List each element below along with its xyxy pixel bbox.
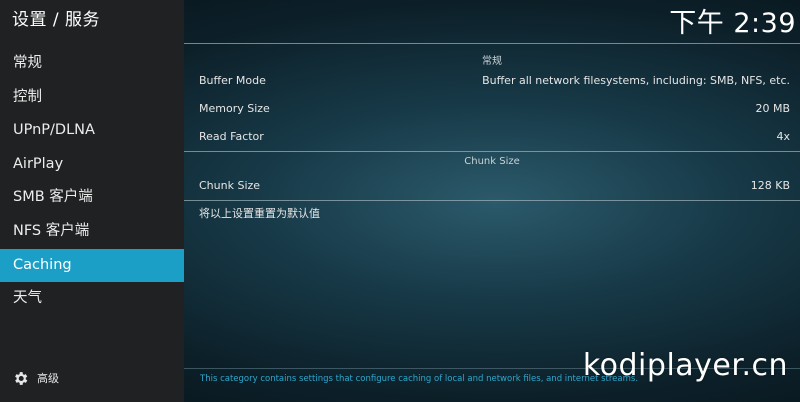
sidebar-item-smb-client[interactable]: SMB 客户端 xyxy=(0,181,184,215)
sidebar-item-airplay[interactable]: AirPlay xyxy=(0,148,184,182)
setting-label: Memory Size xyxy=(199,102,270,115)
sidebar-item-control[interactable]: 控制 xyxy=(0,81,184,115)
setting-label: Chunk Size xyxy=(199,179,261,192)
chunk-size-setting[interactable]: Chunk Size 128 KB xyxy=(184,172,800,200)
sidebar-item-nfs-client[interactable]: NFS 客户端 xyxy=(0,215,184,249)
reset-to-defaults-button[interactable]: 将以上设置重置为默认值 xyxy=(184,200,800,228)
setting-value: 4x xyxy=(776,130,790,143)
watermark: kodiplayer.cn xyxy=(582,348,788,383)
advanced-settings-button[interactable]: 高级 xyxy=(12,369,59,387)
section-header-general: 常规 xyxy=(482,56,502,67)
setting-value: Buffer all network filesystems, includin… xyxy=(482,74,790,87)
sidebar-item-caching[interactable]: Caching xyxy=(0,248,184,283)
setting-value: 128 KB xyxy=(750,179,790,192)
memory-size-setting[interactable]: Memory Size 20 MB xyxy=(184,95,800,123)
advanced-label: 高级 xyxy=(37,372,59,385)
gear-icon xyxy=(15,371,28,385)
sidebar: 设置 / 服务 常规 控制 UPnP/DLNA AirPlay SMB 客户端 … xyxy=(0,0,184,402)
sidebar-item-upnp-dlna[interactable]: UPnP/DLNA xyxy=(0,114,184,148)
sidebar-menu: 常规 控制 UPnP/DLNA AirPlay SMB 客户端 NFS 客户端 … xyxy=(0,47,184,316)
read-factor-setting[interactable]: Read Factor 4x xyxy=(184,123,800,151)
section-header-chunk-size: Chunk Size xyxy=(464,156,520,167)
divider xyxy=(184,151,800,152)
settings-panel: 常规 Buffer Mode Buffer all network filesy… xyxy=(184,0,800,402)
sidebar-item-general[interactable]: 常规 xyxy=(0,47,184,81)
setting-label: Read Factor xyxy=(199,130,264,143)
divider xyxy=(184,43,800,44)
reset-label: 将以上设置重置为默认值 xyxy=(199,207,320,220)
buffer-mode-setting[interactable]: Buffer Mode Buffer all network filesyste… xyxy=(184,67,800,95)
window-title: 设置 / 服务 xyxy=(12,10,101,30)
sidebar-item-weather[interactable]: 天气 xyxy=(0,282,184,316)
setting-value: 20 MB xyxy=(755,102,790,115)
setting-label: Buffer Mode xyxy=(199,74,266,87)
category-description: This category contains settings that con… xyxy=(200,374,639,384)
